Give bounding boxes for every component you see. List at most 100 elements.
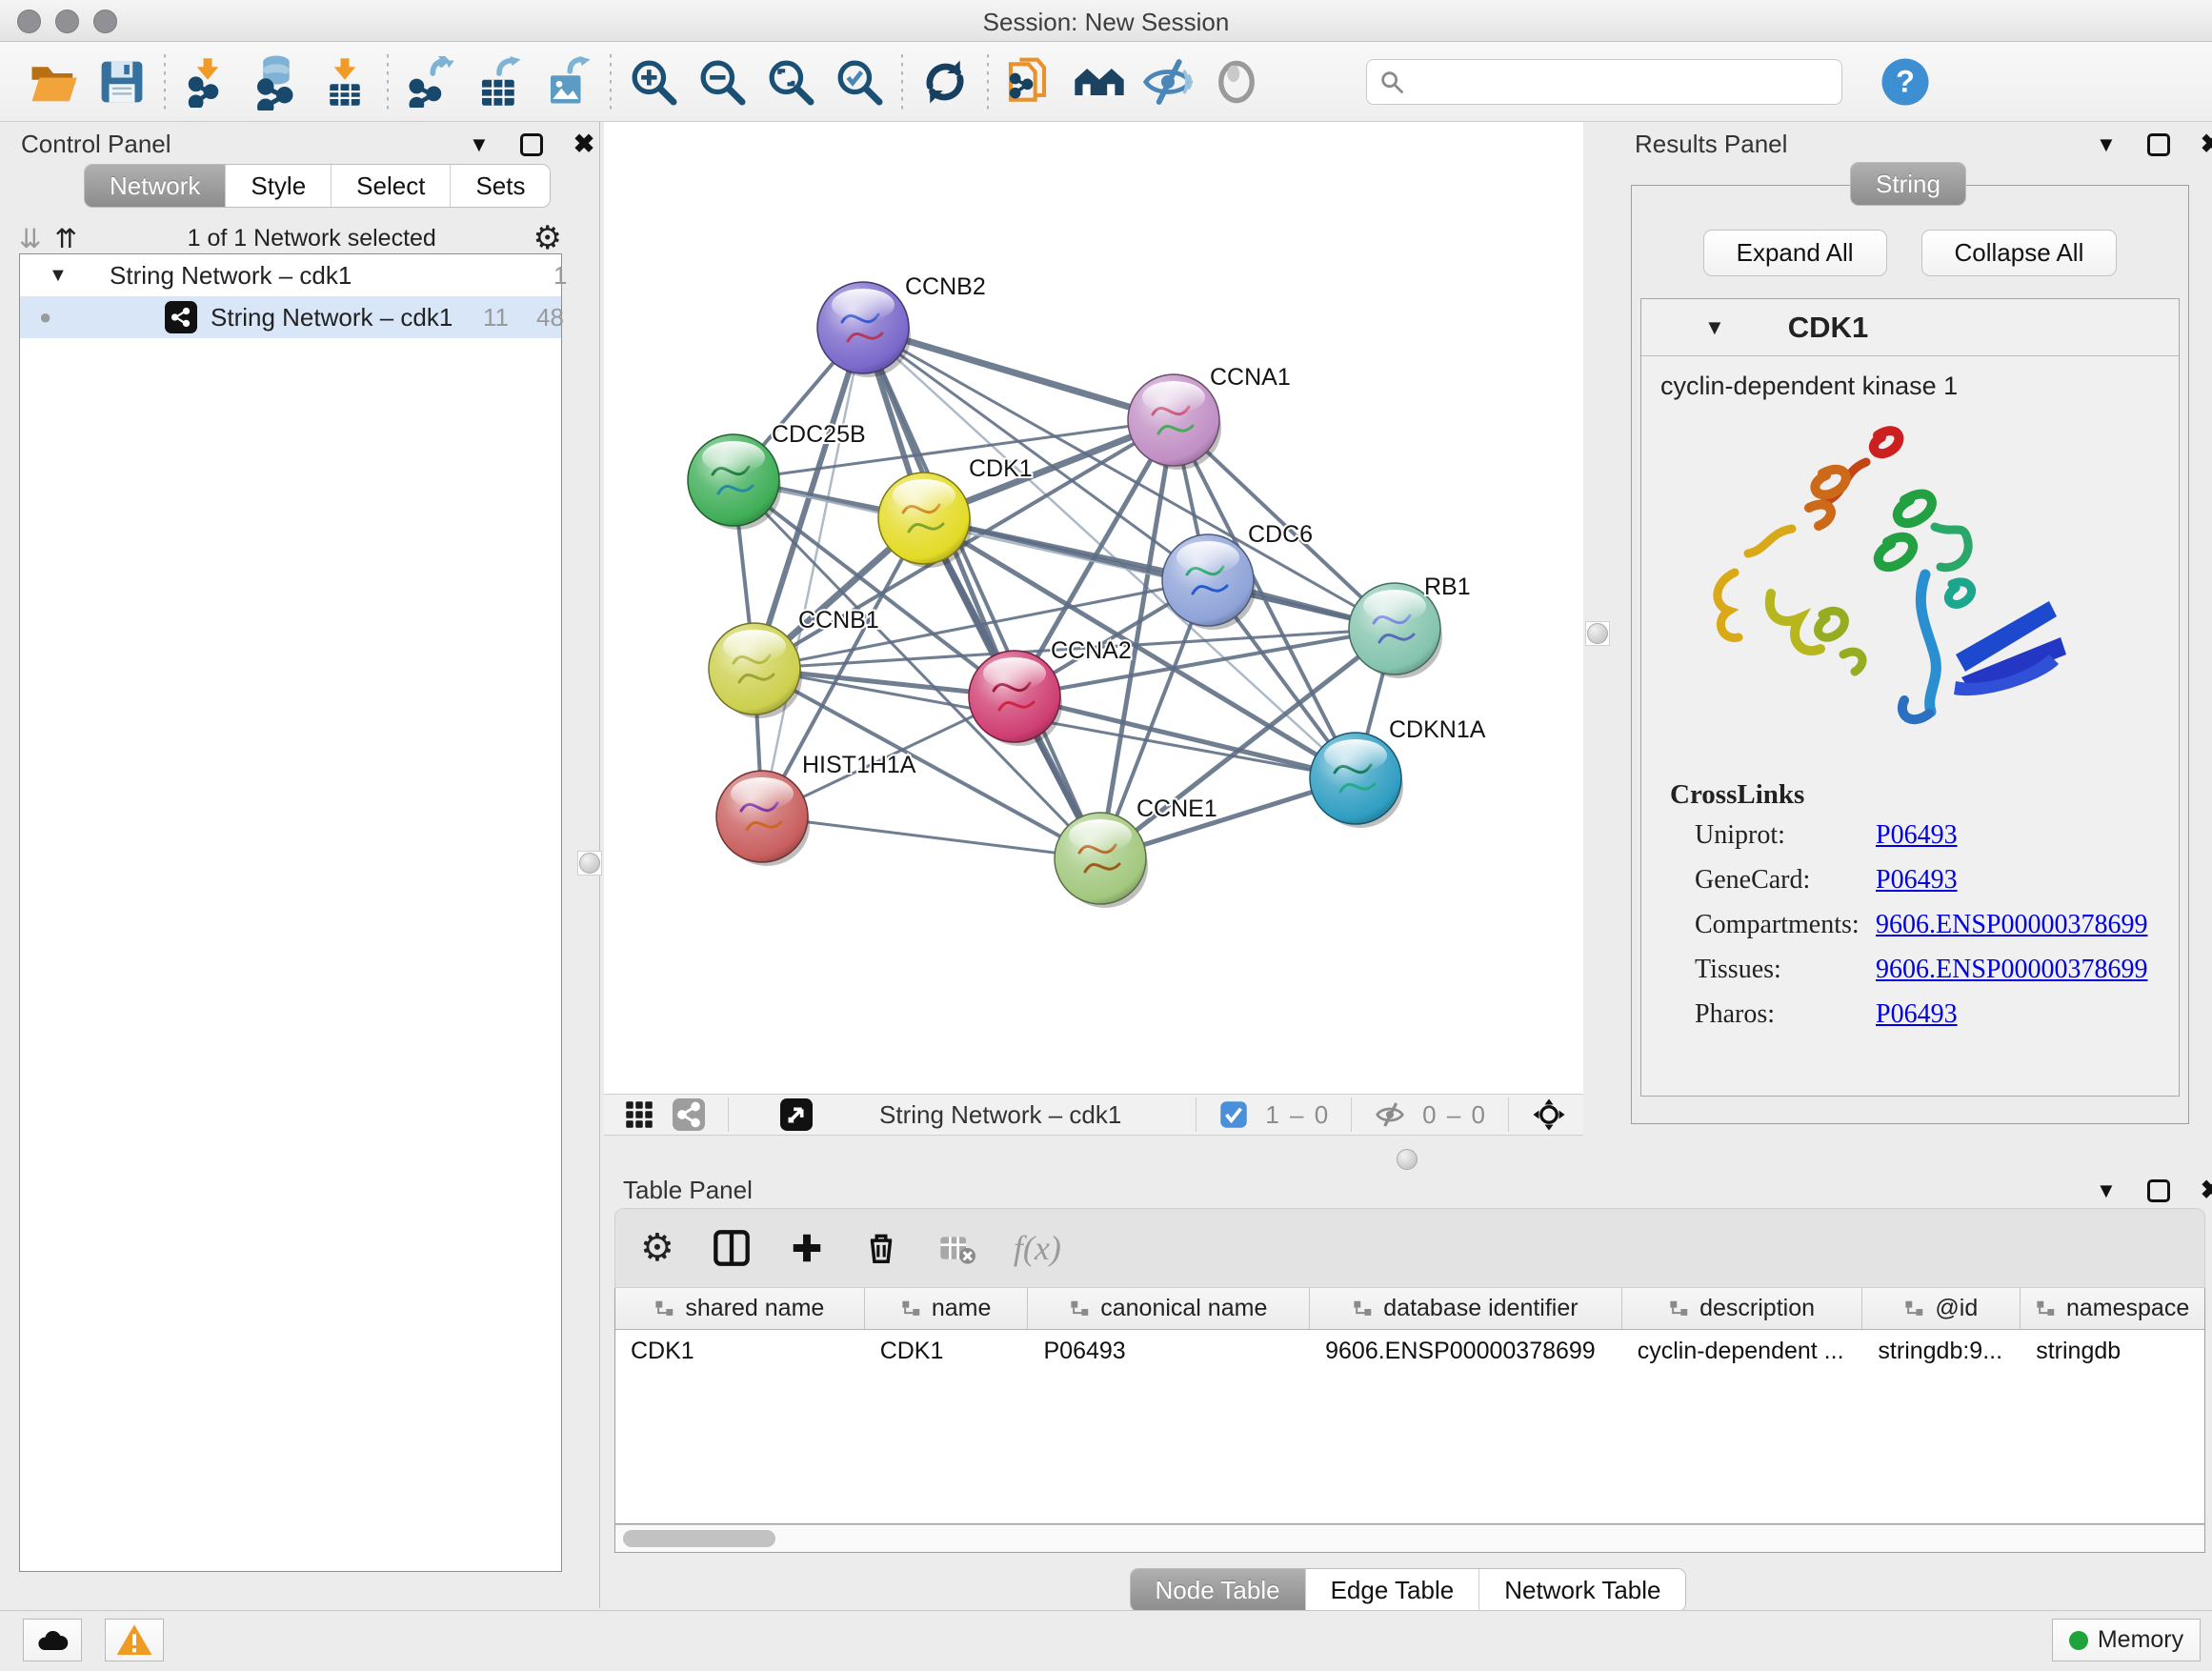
export-image-button[interactable] <box>533 49 602 115</box>
search-input[interactable] <box>1415 68 1815 95</box>
string-results-container: Expand All Collapse All ▼ CDK1 cyclin-de… <box>1631 185 2189 1124</box>
network-collection-row[interactable]: ▼ String Network – cdk1 1 <box>20 254 561 296</box>
panel-menu-icon[interactable]: ▼ <box>469 132 490 157</box>
column-header[interactable]: description <box>1622 1288 1863 1329</box>
export-network-button[interactable] <box>396 49 465 115</box>
delete-table-button[interactable] <box>937 1229 975 1267</box>
bottom-splitter-handle[interactable] <box>1395 1147 1419 1172</box>
edge-CCNB2-CCNE1[interactable] <box>863 328 1100 858</box>
column-header[interactable]: @id <box>1862 1288 2021 1329</box>
scrollbar-thumb[interactable] <box>623 1530 775 1547</box>
node-CDK1[interactable]: CDK1 <box>878 455 1033 568</box>
tab-network[interactable]: Network <box>85 165 226 207</box>
panel-menu-icon[interactable]: ▼ <box>2096 1178 2117 1203</box>
node-HIST1H1A[interactable]: HIST1H1A <box>716 752 916 866</box>
function-builder-button[interactable]: f(x) <box>1014 1228 1061 1268</box>
home-button[interactable] <box>1065 49 1134 115</box>
tab-sets[interactable]: Sets <box>451 165 550 207</box>
graphics-detail-button[interactable] <box>1202 49 1271 115</box>
expand-all-button[interactable]: Expand All <box>1703 230 1887 276</box>
network-options-gear-icon[interactable]: ⚙ <box>533 219 562 257</box>
fit-content-button[interactable] <box>1532 1097 1566 1132</box>
column-header[interactable]: shared name <box>615 1288 865 1329</box>
collapse-all-networks-icon[interactable]: ⇈ <box>54 223 76 254</box>
network-row-selected[interactable]: ● String Network – cdk1 11 48 <box>20 296 561 338</box>
birds-eye-toggle-button[interactable] <box>780 1098 813 1131</box>
tab-edge-table[interactable]: Edge Table <box>1306 1569 1480 1611</box>
import-network-button[interactable] <box>173 49 242 115</box>
toolbar-separator <box>901 54 903 110</box>
eye-slash-icon <box>1141 55 1195 109</box>
node-CDC6[interactable]: CDC6 <box>1162 521 1313 630</box>
hide-unhide-button[interactable] <box>1134 49 1202 115</box>
show-columns-button[interactable] <box>713 1229 751 1267</box>
table-row[interactable]: CDK1 CDK1 P06493 9606.ENSP00000378699 cy… <box>615 1330 2204 1372</box>
network-view-toolbar: String Network – cdk1 1 – 0 0 – 0 <box>604 1094 1583 1136</box>
zoom-out-button[interactable] <box>688 49 756 115</box>
share-network-file-button[interactable] <box>996 49 1065 115</box>
warnings-button[interactable] <box>105 1619 164 1661</box>
zoom-in-button[interactable] <box>619 49 688 115</box>
export-table-button[interactable] <box>465 49 533 115</box>
create-column-button[interactable] <box>789 1230 825 1266</box>
crosslink-pharos[interactable]: P06493 <box>1876 999 1958 1030</box>
protein-structure-image <box>1679 414 2080 757</box>
edge-CCNB2-HIST1H1A[interactable] <box>762 328 863 816</box>
memory-button[interactable]: Memory <box>2052 1619 2201 1661</box>
grid-view-button[interactable] <box>625 1100 654 1129</box>
node-CDKN1A[interactable]: CDKN1A <box>1310 716 1486 828</box>
left-splitter-handle[interactable] <box>577 851 602 876</box>
open-session-button[interactable] <box>19 49 88 115</box>
crosslink-tissues[interactable]: 9606.ENSP00000378699 <box>1876 955 2147 985</box>
network-canvas[interactable]: CCNB2CCNA1CDC25BCDK1CDC6RB1CCNB1CCNA2CDK… <box>604 122 1583 1094</box>
column-header[interactable]: canonical name <box>1028 1288 1310 1329</box>
collection-expander-icon[interactable]: ▼ <box>49 265 68 287</box>
share-document-icon <box>1004 55 1057 109</box>
import-table-button[interactable] <box>311 49 379 115</box>
table-type-tabs: Node Table Edge Table Network Table <box>1130 1568 1687 1612</box>
gene-section-header[interactable]: ▼ CDK1 <box>1641 299 2179 356</box>
column-header[interactable]: namespace <box>2021 1288 2204 1329</box>
expand-all-networks-icon[interactable]: ⇊ <box>19 223 41 254</box>
right-splitter-handle[interactable] <box>1585 621 1610 646</box>
results-panel-title: Results Panel <box>1635 130 1787 159</box>
collapse-all-button[interactable]: Collapse All <box>1921 230 2118 276</box>
string-network-graph[interactable]: CCNB2CCNA1CDC25BCDK1CDC6RB1CCNB1CCNA2CDK… <box>604 122 1583 1094</box>
panel-close-icon[interactable]: ✖ <box>573 130 595 159</box>
save-session-button[interactable] <box>88 49 156 115</box>
table-options-gear-icon[interactable]: ⚙ <box>640 1226 674 1270</box>
table-horizontal-scrollbar[interactable] <box>614 1524 2205 1553</box>
tab-style[interactable]: Style <box>226 165 332 207</box>
zoom-selected-button[interactable] <box>825 49 894 115</box>
delete-column-button[interactable] <box>863 1230 899 1266</box>
crosslink-compartments[interactable]: 9606.ENSP00000378699 <box>1876 910 2147 940</box>
panel-close-icon[interactable]: ✖ <box>2201 130 2212 159</box>
crosslink-uniprot[interactable]: P06493 <box>1876 820 1958 851</box>
tab-node-table[interactable]: Node Table <box>1131 1569 1306 1611</box>
hidden-items-button[interactable] <box>1375 1099 1405 1130</box>
edge-HIST1H1A-CCNE1[interactable] <box>762 816 1100 858</box>
apply-layout-button[interactable] <box>911 49 979 115</box>
node-label-CDKN1A: CDKN1A <box>1389 716 1486 743</box>
panel-float-icon[interactable] <box>2147 133 2170 156</box>
network-overview-button[interactable] <box>673 1098 705 1131</box>
panel-float-icon[interactable] <box>520 133 543 156</box>
crosslink-genecard[interactable]: P06493 <box>1876 865 1958 896</box>
net-toolbar-separator <box>728 1097 729 1132</box>
node-CCNA1[interactable]: CCNA1 <box>1128 364 1291 470</box>
cloud-status-button[interactable] <box>23 1619 82 1661</box>
help-button[interactable]: ? <box>1871 49 1940 115</box>
column-header[interactable]: database identifier <box>1310 1288 1622 1329</box>
zoom-fit-button[interactable] <box>756 49 825 115</box>
tab-select[interactable]: Select <box>332 165 451 207</box>
import-network-from-database-button[interactable] <box>242 49 311 115</box>
tab-network-table[interactable]: Network Table <box>1479 1569 1685 1611</box>
panel-close-icon[interactable]: ✖ <box>2201 1176 2212 1205</box>
panel-menu-icon[interactable]: ▼ <box>2096 132 2117 157</box>
selected-items-checkbox[interactable] <box>1219 1100 1248 1129</box>
panel-float-icon[interactable] <box>2147 1179 2170 1202</box>
column-header[interactable]: name <box>865 1288 1029 1329</box>
node-RB1[interactable]: RB1 <box>1349 574 1471 678</box>
tab-string[interactable]: String <box>1851 163 1965 205</box>
section-expander-icon[interactable]: ▼ <box>1704 315 1725 340</box>
